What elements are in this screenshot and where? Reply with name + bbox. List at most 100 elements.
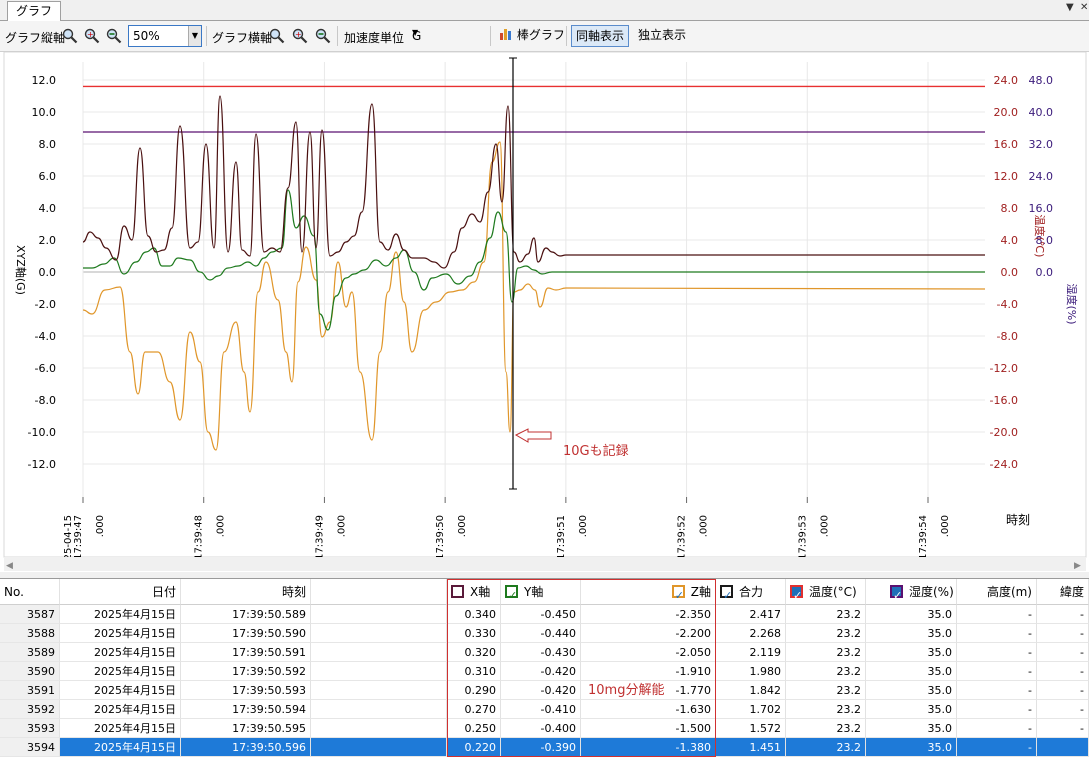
table-cell: 0.220 (447, 738, 501, 757)
separator (206, 26, 207, 46)
header-y-axis[interactable]: ✓ Y軸 (501, 579, 581, 605)
table-cell: -2.350 (581, 605, 716, 624)
table-cell: 23.2 (786, 624, 866, 643)
table-cell: - (957, 605, 1037, 624)
accel-unit-select[interactable]: G ▼ (410, 26, 486, 46)
separator (566, 26, 567, 46)
close-icon[interactable]: ✕ (1080, 2, 1088, 13)
scroll-right-icon[interactable]: ▶ (1074, 561, 1081, 571)
table-row[interactable]: 3591 2025年4月15日 17:39:50.593 0.290 -0.420 - 1.… (0, 681, 1089, 700)
table-row[interactable]: 3592 2025年4月15日 17:39:50.594 0.270 -0.410 -1.… (0, 700, 1089, 719)
x-tick-ms: .000 (699, 515, 710, 537)
table-cell: - (957, 738, 1037, 757)
header-latitude[interactable]: 緯度 (1037, 579, 1089, 605)
checkbox-resultant[interactable]: ✓ (720, 585, 733, 602)
table-cell (311, 681, 447, 700)
zoom-out-icon[interactable] (106, 28, 122, 44)
table-cell: -0.430 (501, 643, 581, 662)
svg-text:+: + (295, 30, 302, 39)
temp-tick-label: 20.0 (994, 106, 1019, 119)
temp-axis-label: 温度(℃) (1033, 215, 1047, 258)
checkbox-x[interactable] (451, 585, 464, 598)
table-cell: 2025年4月15日 (60, 700, 181, 719)
zoom-in-icon[interactable]: + (84, 28, 100, 44)
table-cell: 3592 (0, 700, 60, 719)
table-cell: 17:39:50.595 (181, 719, 311, 738)
checkbox-humidity[interactable]: ✓ (890, 585, 903, 602)
chevron-down-icon[interactable]: ▼ (188, 26, 201, 46)
header-humidity-label: 湿度(%) (909, 585, 954, 599)
header-time[interactable]: 時刻 (181, 579, 311, 605)
checkbox-z[interactable]: ✓ (671, 585, 685, 602)
table-cell: -0.420 (501, 681, 581, 700)
bar-graph-button[interactable]: 棒グラフ (495, 25, 569, 47)
table-row[interactable]: 3587 2025年4月15日 17:39:50.589 0.340 -0.450 -2.… (0, 605, 1089, 624)
table-cell: - (1037, 719, 1089, 738)
temp-tick-label: -20.0 (990, 426, 1018, 439)
header-temperature[interactable]: ✓ 温度(°C) (786, 579, 866, 605)
horizontal-scrollbar[interactable] (4, 557, 1086, 571)
x-tick-ms: .000 (457, 515, 468, 537)
y-tick-label: -2.0 (35, 298, 56, 311)
table-cell: -0.390 (501, 738, 581, 757)
table-cell: - (1037, 700, 1089, 719)
zoom-out-icon[interactable] (315, 28, 331, 44)
temp-tick-label: -8.0 (997, 330, 1018, 343)
sync-axis-button[interactable]: 同軸表示 (571, 25, 630, 47)
table-cell: 0.310 (447, 662, 501, 681)
bar-graph-label: 棒グラフ (516, 28, 565, 42)
table-row[interactable]: 3593 2025年4月15日 17:39:50.595 0.250 -0.400 -1.… (0, 719, 1089, 738)
zoom-icon[interactable] (269, 28, 285, 44)
dropdown-arrow-icon[interactable]: ▼ (1066, 2, 1074, 13)
header-z-axis[interactable]: ✓ Z軸 (581, 579, 716, 605)
table-row[interactable]: 3594 2025年4月15日 17:39:50.596 0.220 -0.390 -1.… (0, 738, 1089, 757)
table-cell: 17:39:50.591 (181, 643, 311, 662)
header-humidity[interactable]: ✓ 湿度(%) (866, 579, 957, 605)
table-row[interactable]: 3588 2025年4月15日 17:39:50.590 0.330 -0.440 -2.… (0, 624, 1089, 643)
chevron-down-icon[interactable]: ▼ (412, 28, 484, 37)
tab-graph[interactable]: グラフ (7, 1, 62, 21)
checkbox-temperature[interactable]: ✓ (790, 585, 803, 602)
temp-tick-label: 16.0 (994, 138, 1019, 151)
table-cell: -1.500 (581, 719, 716, 738)
table-cell: 0.270 (447, 700, 501, 719)
toolbar: グラフ縦軸 + 50% ▼ グラフ横軸 + 加速度単位 G ▼ 棒グラフ 同軸表… (0, 21, 1089, 52)
x-tick-time: 17:39:48 (194, 515, 205, 560)
table-cell: - (1037, 662, 1089, 681)
zoom-in-icon[interactable]: + (292, 28, 308, 44)
table-row[interactable]: 3589 2025年4月15日 17:39:50.591 0.320 -0.430 -2.… (0, 643, 1089, 662)
table-row[interactable]: 3590 2025年4月15日 17:39:50.592 0.310 -0.420 - 1.… (0, 662, 1089, 681)
table-cell: 0.340 (447, 605, 501, 624)
scroll-left-icon[interactable]: ◀ (6, 561, 13, 571)
bar-chart-icon (500, 29, 511, 40)
table-cell (311, 605, 447, 624)
table-cell: - (957, 700, 1037, 719)
y-axis-label: XYZ軸(G) (14, 245, 28, 295)
header-temperature-label: 温度(°C) (809, 585, 857, 599)
header-resultant[interactable]: ✓ 合力 (716, 579, 786, 605)
table-cell: 2025年4月15日 (60, 605, 181, 624)
temp-tick-label: 4.0 (1001, 234, 1019, 247)
checkbox-y[interactable]: ✓ (505, 585, 518, 602)
table-cell: - (1037, 681, 1089, 700)
humidity-axis-label: 湿度(%) (1065, 283, 1079, 324)
header-altitude[interactable]: 高度(m) (957, 579, 1037, 605)
x-tick-ms: .000 (95, 515, 106, 537)
table-cell: 35.0 (866, 700, 957, 719)
independent-axis-button[interactable]: 独立表示 (634, 25, 690, 47)
table-cell: 2025年4月15日 (60, 624, 181, 643)
zoom-select[interactable]: 50% ▼ (128, 25, 202, 47)
table-cell: -1.630 (581, 700, 716, 719)
y-tick-label: 0.0 (39, 266, 57, 279)
table-cell: 3591 (0, 681, 60, 700)
table-cell: 23.2 (786, 681, 866, 700)
y-tick-label: 4.0 (39, 202, 57, 215)
header-date[interactable]: 日付 (60, 579, 181, 605)
table-cell: 23.2 (786, 643, 866, 662)
table-cell: -0.400 (501, 719, 581, 738)
zoom-icon[interactable] (62, 28, 78, 44)
chart-svg[interactable]: 12.0 10.0 8.0 6.0 4.0 2.0 0.0 -2.0 -4.0 -6.0 -8.0 -… (0, 51, 1089, 572)
table-cell (311, 624, 447, 643)
header-no[interactable]: No. (0, 579, 60, 605)
header-x-axis[interactable]: X軸 (447, 579, 501, 605)
